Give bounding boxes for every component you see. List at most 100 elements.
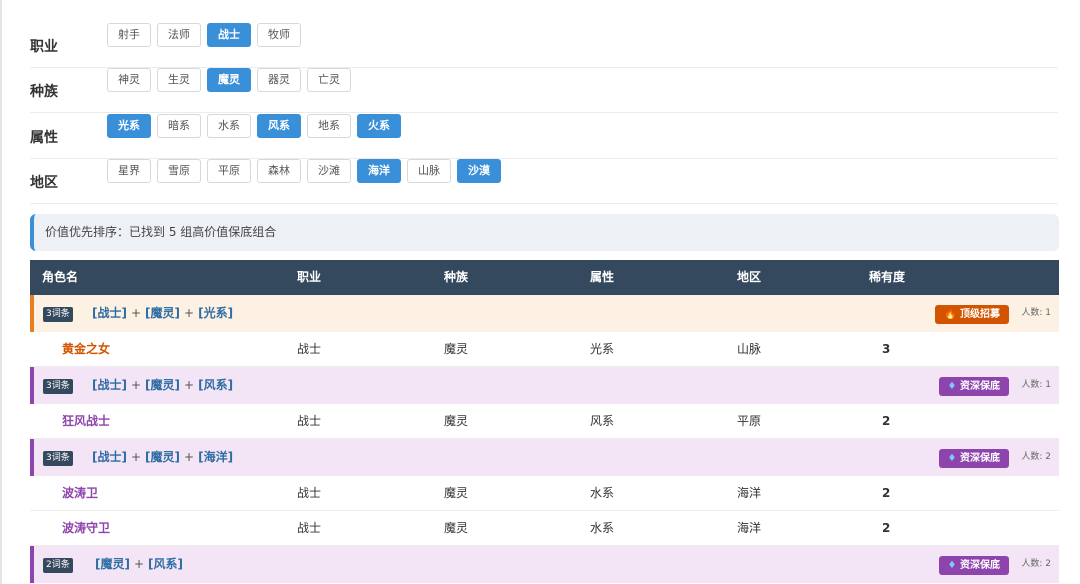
chip-attr-5[interactable]: 火系: [357, 114, 401, 138]
chip-region-6[interactable]: 山脉: [407, 159, 451, 183]
character-name: 黄金之女: [62, 342, 111, 356]
header-region: 地区: [737, 270, 762, 284]
member-count: 人数: 1: [1021, 380, 1051, 390]
cell-job: 战士: [297, 486, 322, 500]
cell-rarity: 2: [882, 521, 891, 535]
header-attr: 属性: [590, 270, 615, 284]
group-row[interactable]: 3词条 [战士] + [魔灵] + [海洋] ♦ 资深保底 人数: 2: [30, 439, 1059, 476]
cell-rarity: 2: [882, 414, 891, 428]
combo-term: [战士]: [92, 450, 127, 464]
combo-term: [海洋]: [198, 450, 234, 464]
combo-term: [风系]: [148, 557, 184, 571]
chip-region-1[interactable]: 雪原: [157, 159, 201, 183]
combo-term: [魔灵]: [95, 557, 130, 571]
header-name: 角色名: [42, 270, 79, 284]
chip-region-5[interactable]: 海洋: [357, 159, 401, 183]
chip-race-1[interactable]: 生灵: [157, 68, 201, 92]
chip-race-0[interactable]: 神灵: [107, 68, 151, 92]
chip-attr-2[interactable]: 水系: [207, 114, 251, 138]
character-name: 波涛卫: [62, 486, 99, 500]
member-count: 人数: 2: [1021, 559, 1051, 569]
filter-row-attr: 属性 光系 暗系 水系 风系 地系 火系: [30, 114, 1058, 159]
combo-terms: [魔灵] + [风系]: [95, 546, 183, 583]
tier-badge: ♦ 资深保底: [938, 449, 1009, 468]
combo-term: [光系]: [198, 306, 234, 320]
cell-race: 魔灵: [444, 342, 469, 356]
combo-terms: [战士] + [魔灵] + [风系]: [92, 367, 233, 404]
filter-label: 地区: [30, 175, 58, 191]
chip-attr-0[interactable]: 光系: [107, 114, 151, 138]
plus-sign: +: [130, 378, 142, 392]
combo-term: [魔灵]: [145, 450, 181, 464]
filter-row-region: 地区 星界 雪原 平原 森林 沙滩 海洋 山脉 沙漠: [30, 159, 1058, 204]
filter-row-race: 种族 神灵 生灵 魔灵 器灵 亡灵: [30, 68, 1058, 113]
term-count-tag: 3词条: [43, 451, 73, 466]
chip-race-3[interactable]: 器灵: [257, 68, 301, 92]
cell-region: 平原: [737, 414, 762, 428]
cell-region: 山脉: [737, 342, 762, 356]
term-count-tag: 2词条: [43, 558, 73, 573]
cell-rarity: 2: [882, 486, 891, 500]
character-name: 狂风战士: [62, 414, 111, 428]
cell-attr: 水系: [590, 486, 615, 500]
table-row[interactable]: 黄金之女 战士 魔灵 光系 山脉 3: [30, 332, 1059, 367]
table-row[interactable]: 狂风战士 战士 魔灵 风系 平原 2: [30, 404, 1059, 439]
flame-icon: 🔥: [944, 309, 957, 320]
chip-job-1[interactable]: 法师: [157, 23, 201, 47]
group-row[interactable]: 3词条 [战士] + [魔灵] + [风系] ♦ 资深保底 人数: 1: [30, 367, 1059, 404]
table-row[interactable]: 波涛卫 战士 魔灵 水系 海洋 2: [30, 476, 1059, 511]
diamond-icon: ♦: [947, 381, 957, 392]
table-row[interactable]: 波涛守卫 战士 魔灵 水系 海洋 2: [30, 511, 1059, 546]
chip-job-0[interactable]: 射手: [107, 23, 151, 47]
chip-group: 射手 法师 战士 牧师: [107, 23, 301, 47]
term-count-tag: 3词条: [43, 379, 73, 394]
combo-terms: [战士] + [魔灵] + [海洋]: [92, 439, 233, 476]
chip-group: 星界 雪原 平原 森林 沙滩 海洋 山脉 沙漠: [107, 159, 501, 183]
plus-sign: +: [184, 450, 195, 464]
cell-attr: 风系: [590, 414, 615, 428]
tier-badge: ♦ 资深保底: [938, 556, 1009, 575]
chip-race-4[interactable]: 亡灵: [307, 68, 351, 92]
tier-badge-label: 顶级招募: [960, 309, 1000, 320]
character-name: 波涛守卫: [62, 521, 111, 535]
tier-badge-label: 资深保底: [960, 453, 1000, 464]
group-row[interactable]: 3词条 [战士] + [魔灵] + [光系] 🔥 顶级招募 人数: 1: [30, 295, 1059, 332]
combo-terms: [战士] + [魔灵] + [光系]: [92, 295, 233, 332]
header-job: 职业: [297, 270, 322, 284]
term-count-tag: 3词条: [43, 307, 73, 322]
tier-badge: 🔥 顶级招募: [935, 305, 1009, 324]
plus-sign: +: [184, 306, 195, 320]
chip-region-2[interactable]: 平原: [207, 159, 251, 183]
group-row[interactable]: 2词条 [魔灵] + [风系] ♦ 资深保底 人数: 2: [30, 546, 1059, 583]
combo-term: [战士]: [92, 306, 127, 320]
filter-row-job: 职业 射手 法师 战士 牧师: [30, 23, 1058, 68]
chip-region-7[interactable]: 沙漠: [457, 159, 501, 183]
chip-region-4[interactable]: 沙滩: [307, 159, 351, 183]
combo-term: [魔灵]: [145, 306, 181, 320]
header-rarity: 稀有度: [869, 270, 906, 284]
plus-sign: +: [184, 378, 195, 392]
chip-attr-4[interactable]: 地系: [307, 114, 351, 138]
cell-race: 魔灵: [444, 486, 469, 500]
cell-job: 战士: [297, 414, 322, 428]
chip-attr-3[interactable]: 风系: [257, 114, 301, 138]
chip-job-2[interactable]: 战士: [207, 23, 251, 47]
cell-job: 战士: [297, 342, 322, 356]
chip-attr-1[interactable]: 暗系: [157, 114, 201, 138]
chip-race-2[interactable]: 魔灵: [207, 68, 251, 92]
plus-sign: +: [130, 450, 142, 464]
filter-label: 职业: [30, 39, 58, 55]
cell-region: 海洋: [737, 521, 762, 535]
cell-race: 魔灵: [444, 521, 469, 535]
tier-badge-label: 资深保底: [960, 381, 1000, 392]
result-table: 角色名 职业 种族 属性 地区 稀有度 3词条 [战士] + [魔灵] + [光系] 🔥…: [30, 260, 1059, 583]
chip-region-0[interactable]: 星界: [107, 159, 151, 183]
chip-region-3[interactable]: 森林: [257, 159, 301, 183]
plus-sign: +: [130, 306, 142, 320]
chip-group: 神灵 生灵 魔灵 器灵 亡灵: [107, 68, 351, 92]
member-count: 人数: 2: [1021, 452, 1051, 462]
chip-job-3[interactable]: 牧师: [257, 23, 301, 47]
cell-region: 海洋: [737, 486, 762, 500]
cell-attr: 水系: [590, 521, 615, 535]
result-notice: 价值优先排序：已找到 5 组高价值保底组合: [30, 214, 1059, 251]
